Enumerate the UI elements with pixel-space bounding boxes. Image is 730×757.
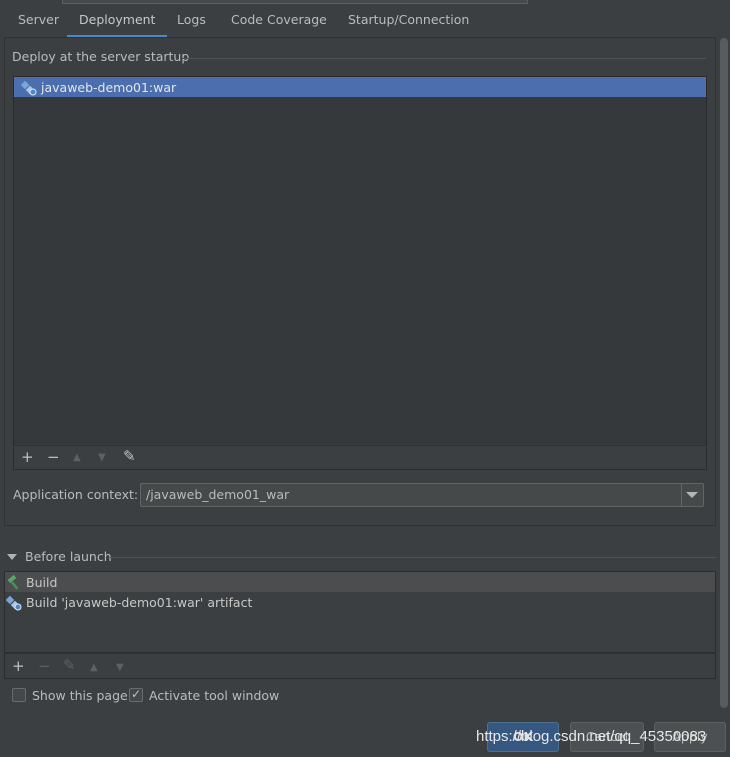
add-icon[interactable]: +: [21, 449, 34, 465]
app-context-label: Application context:: [13, 487, 139, 502]
checkmark-icon: ✓: [131, 687, 142, 701]
build-artifact-item-label: Build 'javaweb-demo01:war' artifact: [26, 595, 253, 610]
artifact-list[interactable]: [13, 76, 707, 446]
top-field-edge: [62, 0, 528, 4]
edit-icon[interactable]: ✎: [63, 657, 76, 673]
remove-icon[interactable]: −: [47, 449, 60, 465]
artifact-icon: [20, 80, 37, 96]
remove-icon[interactable]: −: [38, 658, 51, 674]
move-down-icon[interactable]: ▼: [116, 660, 124, 676]
tab-server[interactable]: Server: [16, 8, 61, 38]
deploy-list-toolbar: [13, 445, 707, 470]
show-page-label[interactable]: Show this page: [32, 688, 128, 703]
chevron-down-icon: [686, 492, 698, 498]
build-item-label: Build: [26, 575, 58, 590]
move-down-icon[interactable]: ▼: [98, 450, 106, 466]
artifact-icon: [5, 595, 22, 611]
vertical-scrollbar[interactable]: [720, 38, 728, 708]
move-up-icon[interactable]: ▲: [73, 450, 81, 466]
watermark-text: https://blog.csdn.net/qq_45350083: [476, 728, 707, 745]
tab-logs[interactable]: Logs: [175, 8, 208, 38]
deploy-section-title: Deploy at the server startup: [12, 49, 190, 64]
section-divider: [110, 557, 716, 558]
add-icon[interactable]: +: [12, 658, 25, 674]
before-launch-toolbar: [4, 653, 716, 679]
artifact-label: javaweb-demo01:war: [41, 80, 177, 95]
tab-deployment[interactable]: Deployment: [67, 8, 168, 38]
section-divider: [182, 58, 706, 59]
edit-icon[interactable]: ✎: [123, 448, 136, 464]
activate-tool-window-label[interactable]: Activate tool window: [149, 688, 279, 703]
tab-startup-connection[interactable]: Startup/Connection: [346, 8, 471, 38]
collapse-triangle-icon[interactable]: [7, 554, 17, 560]
show-page-checkbox[interactable]: [12, 688, 26, 702]
move-up-icon[interactable]: ▲: [90, 660, 98, 676]
app-context-value[interactable]: /javaweb_demo01_war: [146, 487, 289, 502]
hammer-icon: [6, 574, 22, 590]
before-launch-title[interactable]: Before launch: [25, 549, 112, 564]
tab-code-coverage[interactable]: Code Coverage: [229, 8, 329, 38]
list-item[interactable]: [5, 572, 715, 592]
